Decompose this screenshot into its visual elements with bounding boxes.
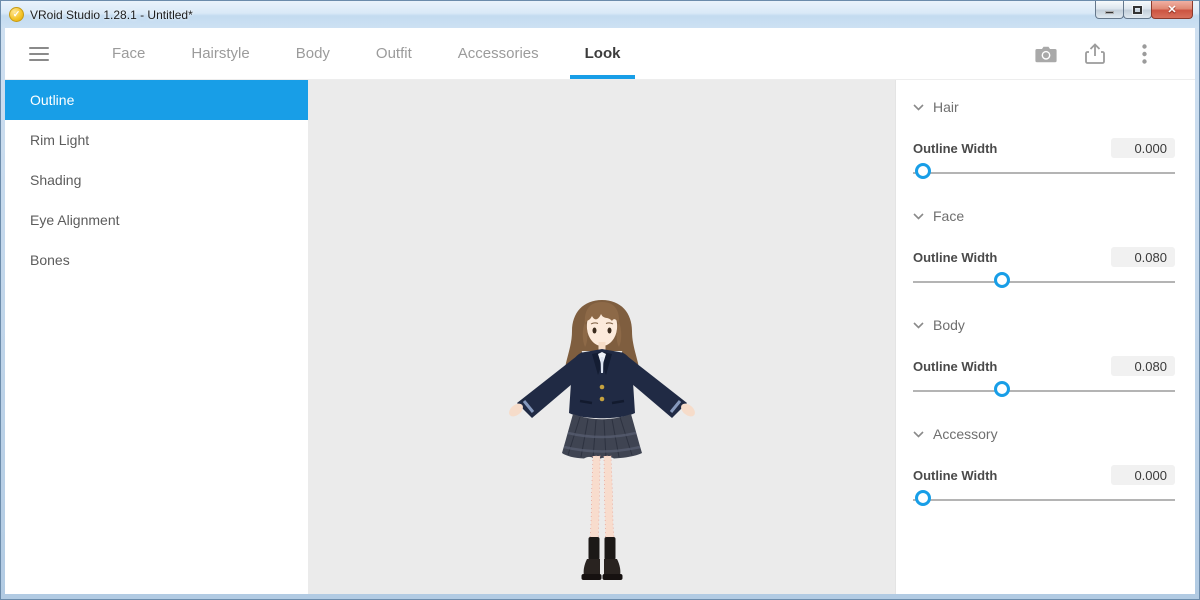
tab-hairstyle[interactable]: Hairstyle [168, 28, 272, 79]
navbar-actions [1035, 43, 1195, 65]
chevron-down-icon [913, 104, 924, 111]
maximize-button[interactable] [1123, 1, 1152, 19]
main-tabs: Face Hairstyle Body Outfit Accessories L… [89, 28, 643, 79]
model-viewport[interactable] [308, 80, 895, 594]
close-button[interactable]: ✕ [1151, 1, 1193, 19]
tab-outfit[interactable]: Outfit [353, 28, 435, 79]
window-controls: ✕ [1096, 1, 1193, 19]
slider-handle[interactable] [915, 490, 931, 506]
tab-body[interactable]: Body [273, 28, 353, 79]
app-window: ✓ VRoid Studio 1.28.1 - Untitled* ✕ Face… [0, 0, 1200, 600]
outline-width-slider[interactable] [913, 271, 1175, 293]
tab-accessories[interactable]: Accessories [435, 28, 562, 79]
slider-handle[interactable] [915, 163, 931, 179]
outline-parameters-panel: Hair Outline Width 0.000 [895, 80, 1195, 594]
character-model[interactable] [502, 295, 702, 585]
slider-track [913, 499, 1175, 501]
leg-left [590, 456, 600, 538]
close-icon: ✕ [1167, 3, 1176, 16]
slider-handle[interactable] [994, 381, 1010, 397]
section-title: Accessory [933, 426, 998, 442]
param-value-field[interactable]: 0.080 [1111, 356, 1175, 376]
slider-track [913, 390, 1175, 392]
chevron-down-icon [913, 322, 924, 329]
sidebar-item-rim-light[interactable]: Rim Light [5, 120, 308, 160]
title-bar: ✓ VRoid Studio 1.28.1 - Untitled* ✕ [1, 1, 1199, 28]
sidebar-item-outline[interactable]: Outline [5, 80, 308, 120]
tab-look[interactable]: Look [562, 28, 644, 79]
section-body: Body Outline Width 0.080 [913, 298, 1175, 407]
window-frame: Face Hairstyle Body Outfit Accessories L… [1, 28, 1199, 599]
chevron-down-icon [913, 431, 924, 438]
section-accessory-header[interactable]: Accessory [913, 424, 1175, 444]
vroid-logo-icon: ✓ [9, 7, 24, 22]
hamburger-icon[interactable] [29, 47, 49, 61]
chevron-down-icon [913, 213, 924, 220]
sidebar-item-eye-alignment[interactable]: Eye Alignment [5, 200, 308, 240]
main-navbar: Face Hairstyle Body Outfit Accessories L… [5, 28, 1195, 80]
window-title: VRoid Studio 1.28.1 - Untitled* [30, 8, 193, 22]
section-title: Hair [933, 99, 959, 115]
leg-right [604, 456, 614, 538]
sidebar-item-shading[interactable]: Shading [5, 160, 308, 200]
section-hair: Hair Outline Width 0.000 [913, 80, 1175, 189]
section-body-header[interactable]: Body [913, 315, 1175, 335]
section-accessory: Accessory Outline Width 0.000 [913, 407, 1175, 516]
minimize-button[interactable] [1095, 1, 1124, 19]
slider-handle[interactable] [994, 272, 1010, 288]
outline-width-slider[interactable] [913, 380, 1175, 402]
outline-width-slider[interactable] [913, 162, 1175, 184]
param-value-field[interactable]: 0.080 [1111, 247, 1175, 267]
slider-track [913, 172, 1175, 174]
section-title: Face [933, 208, 964, 224]
kebab-menu-icon[interactable] [1133, 43, 1155, 65]
export-icon[interactable] [1084, 43, 1106, 65]
section-face: Face Outline Width 0.080 [913, 189, 1175, 298]
param-value-field[interactable]: 0.000 [1111, 138, 1175, 158]
slider-track [913, 281, 1175, 283]
param-label: Outline Width [913, 141, 997, 156]
param-label: Outline Width [913, 250, 997, 265]
maximize-icon [1133, 6, 1142, 14]
sidebar-item-bones[interactable]: Bones [5, 240, 308, 280]
section-hair-header[interactable]: Hair [913, 97, 1175, 117]
param-value-field[interactable]: 0.000 [1111, 465, 1175, 485]
section-title: Body [933, 317, 965, 333]
param-label: Outline Width [913, 359, 997, 374]
tab-face[interactable]: Face [89, 28, 168, 79]
section-face-header[interactable]: Face [913, 206, 1175, 226]
minimize-icon [1105, 11, 1114, 14]
look-sidebar: Outline Rim Light Shading Eye Alignment … [5, 80, 308, 594]
outline-width-slider[interactable] [913, 489, 1175, 511]
param-label: Outline Width [913, 468, 997, 483]
camera-icon[interactable] [1035, 43, 1057, 65]
